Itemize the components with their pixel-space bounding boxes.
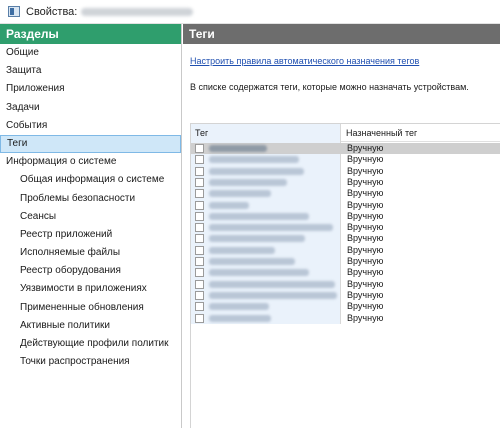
checkbox-icon[interactable] [195, 302, 204, 312]
section-item[interactable]: Сеансы [0, 208, 181, 226]
checkbox-icon[interactable] [195, 257, 204, 266]
assigned-tag-value: Вручную [347, 210, 384, 221]
column-header-assigned[interactable]: Назначенный тег [342, 124, 500, 142]
assigned-tag-value: Вручную [347, 222, 384, 233]
checkbox-icon[interactable] [195, 211, 204, 221]
tag-name-redacted [209, 303, 269, 311]
table-row[interactable]: Вручную [191, 301, 500, 312]
tag-name-redacted [209, 280, 335, 288]
table-row[interactable]: Вручную [191, 222, 500, 233]
device-name-redacted [81, 7, 194, 16]
tag-name-redacted [209, 156, 299, 164]
assigned-tag-value: Вручную [347, 244, 384, 255]
section-item[interactable]: Реестр приложений [0, 226, 181, 244]
assigned-tag-value: Вручную [347, 301, 384, 312]
table-row[interactable]: Вручную [191, 256, 500, 267]
table-row[interactable]: Вручную [191, 211, 500, 222]
table-row[interactable]: Вручную [191, 233, 500, 244]
table-header: Тег Назначенный тег [191, 124, 500, 142]
table-row[interactable]: Вручную [191, 166, 500, 177]
assigned-tag-value: Вручную [347, 256, 384, 266]
table-row[interactable]: Вручную [191, 188, 500, 199]
assigned-tag-value: Вручную [347, 176, 384, 187]
assigned-tag-value: Вручную [347, 278, 384, 289]
table-row[interactable]: Вручную [191, 313, 500, 324]
checkbox-icon[interactable] [195, 166, 204, 176]
checkbox-icon[interactable] [195, 144, 204, 153]
assigned-tag-value: Вручную [347, 165, 384, 176]
tag-name-redacted [209, 224, 333, 232]
tags-description: В списке содержатся теги, которые можно … [190, 82, 469, 92]
section-item[interactable]: Приложения [0, 80, 181, 98]
tag-name-redacted [209, 291, 337, 299]
section-item[interactable]: Общие [0, 44, 181, 62]
section-item[interactable]: Реестр оборудования [0, 262, 181, 280]
checkbox-icon[interactable] [195, 234, 204, 244]
table-row[interactable]: Вручную [191, 290, 500, 301]
tag-name-redacted [209, 314, 271, 322]
table-row[interactable]: Вручную [191, 245, 500, 256]
tag-name-redacted [209, 167, 304, 175]
table-row[interactable]: Вручную [191, 177, 500, 188]
tags-panel: Теги Настроить правила автоматического н… [183, 24, 500, 428]
tags-table: Тег Назначенный тег Вручную Вручную Вручну… [190, 123, 500, 428]
section-item[interactable]: Общая информация о системе [0, 171, 181, 189]
tag-name-redacted [209, 269, 309, 277]
section-item[interactable]: Задачи [0, 99, 181, 117]
checkbox-icon[interactable] [195, 279, 204, 289]
tag-name-redacted [209, 190, 271, 198]
assigned-tag-value: Вручную [347, 267, 384, 278]
app-window-icon [8, 6, 20, 17]
assigned-tag-value: Вручную [347, 188, 384, 199]
section-item[interactable]: Активные политики [0, 317, 181, 335]
section-item[interactable]: Точки распространения [0, 353, 181, 371]
assigned-tag-value: Вручную [347, 312, 384, 323]
checkbox-icon[interactable] [195, 200, 204, 210]
section-item[interactable]: Теги [0, 134, 181, 154]
section-item[interactable]: Уязвимости в приложениях [0, 280, 181, 298]
checkbox-icon[interactable] [195, 290, 204, 300]
checkbox-icon[interactable] [195, 189, 204, 199]
section-item[interactable]: Информация о системе [0, 153, 181, 171]
sections-header: Разделы [0, 24, 181, 44]
table-row[interactable]: Вручную [191, 267, 500, 278]
section-item[interactable]: Исполняемые файлы [0, 244, 181, 262]
assigned-tag-value: Вручную [347, 289, 384, 300]
table-row[interactable]: Вручную [191, 154, 500, 165]
tags-header: Теги [183, 24, 500, 44]
section-item[interactable]: События [0, 117, 181, 135]
tag-name-redacted [209, 246, 275, 254]
checkbox-icon[interactable] [195, 245, 204, 255]
assigned-tag-value: Вручную [347, 154, 384, 165]
table-row[interactable]: Вручную [191, 200, 500, 211]
tag-name-redacted [209, 235, 305, 243]
tag-name-redacted [209, 145, 267, 152]
checkbox-icon[interactable] [195, 313, 204, 323]
sections-panel: Разделы Общие Защита Приложения Задачи Событ… [0, 24, 182, 428]
tag-name-redacted [209, 201, 249, 209]
tag-name-redacted [209, 212, 309, 220]
checkbox-icon[interactable] [195, 268, 204, 278]
tag-name-redacted [209, 258, 295, 265]
assigned-tag-value: Вручную [347, 233, 384, 244]
section-item[interactable]: Защита [0, 62, 181, 80]
title-bar: Свойства: [0, 0, 500, 24]
section-item[interactable]: Проблемы безопасности [0, 190, 181, 208]
auto-tag-rules-link[interactable]: Настроить правила автоматического назнач… [190, 56, 419, 66]
checkbox-icon[interactable] [195, 223, 204, 233]
table-row[interactable]: Вручную [191, 279, 500, 290]
sections-list: Общие Защита Приложения Задачи События Теги Ин… [0, 44, 181, 371]
checkbox-icon[interactable] [195, 155, 204, 165]
assigned-tag-value: Вручную [347, 199, 384, 210]
assigned-tag-value: Вручную [347, 143, 384, 153]
section-item[interactable]: Примененные обновления [0, 299, 181, 317]
table-row[interactable]: Вручную [191, 143, 500, 155]
checkbox-icon[interactable] [195, 177, 204, 187]
column-header-tag[interactable]: Тег [191, 124, 341, 142]
window-title: Свойства: [26, 5, 78, 18]
tag-name-redacted [209, 178, 287, 186]
section-item[interactable]: Действующие профили политик [0, 335, 181, 353]
